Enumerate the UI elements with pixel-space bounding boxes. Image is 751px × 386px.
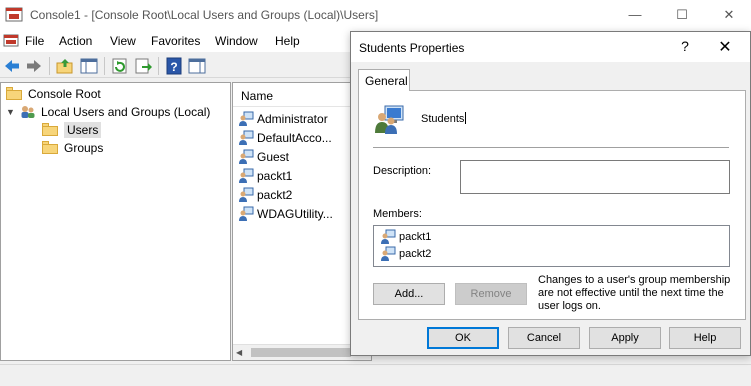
list-item[interactable]: WDAGUtility...: [238, 205, 333, 223]
close-dialog-button[interactable]: ✕: [717, 37, 733, 57]
students-properties-dialog: Students Properties ? ✕ General Students…: [350, 31, 751, 356]
window-title: Console1 - [Console Root\Local Users and…: [30, 8, 379, 22]
cancel-button[interactable]: Cancel: [508, 327, 580, 349]
membership-note: Changes to a user's group membership are…: [538, 274, 731, 312]
list-item[interactable]: Guest: [238, 148, 289, 166]
member-item[interactable]: packt2: [380, 246, 431, 262]
member-name: packt1: [399, 231, 432, 243]
general-tab-panel: Students Description: Members: packt1 pa…: [358, 90, 746, 320]
help-dialog-button[interactable]: Help: [669, 327, 741, 349]
member-item[interactable]: packt1: [380, 229, 431, 245]
description-input[interactable]: [460, 160, 730, 194]
user-icon: [239, 206, 254, 221]
members-label: Members:: [373, 208, 422, 220]
group-name-text: Students: [421, 113, 465, 125]
menu-window[interactable]: Window: [215, 34, 258, 48]
folder-icon: [42, 141, 58, 154]
scrollbar-thumb[interactable]: [251, 348, 351, 357]
user-icon: [381, 246, 396, 261]
user-icon: [381, 229, 396, 244]
folder-icon: [6, 87, 22, 100]
help-icon[interactable]: ?: [165, 57, 183, 75]
tree-item-label: Users: [64, 121, 102, 138]
group-name-field[interactable]: Students: [421, 112, 467, 125]
export-list-icon[interactable]: [134, 57, 152, 75]
menu-view[interactable]: View: [110, 34, 136, 48]
action-pane-icon[interactable]: [188, 57, 206, 75]
up-folder-icon[interactable]: [56, 57, 74, 75]
tab-general[interactable]: General: [358, 69, 410, 91]
console-menu-icon[interactable]: [3, 33, 19, 49]
user-icon: [239, 130, 254, 145]
status-bar: [0, 364, 751, 386]
list-item[interactable]: packt1: [238, 167, 292, 185]
tree-item-console-root[interactable]: Console Root: [6, 85, 101, 102]
user-icon: [239, 149, 254, 164]
menu-file[interactable]: File: [25, 34, 44, 48]
text-cursor: [465, 112, 467, 124]
menu-favorites[interactable]: Favorites: [151, 34, 200, 48]
list-item[interactable]: Administrator: [238, 110, 328, 128]
tree-item-groups[interactable]: Groups: [42, 139, 103, 156]
tab-label: General: [365, 74, 408, 88]
show-hide-tree-icon[interactable]: [80, 57, 98, 75]
tree-item-users[interactable]: Users: [42, 121, 102, 138]
description-label: Description:: [373, 165, 432, 177]
menu-action[interactable]: Action: [59, 34, 92, 48]
dialog-title: Students Properties: [359, 41, 465, 55]
tree-item-label: Console Root: [28, 86, 101, 101]
tree-item-local-users-and-groups[interactable]: ▼ Local Users and Groups (Local): [6, 103, 210, 120]
title-bar: Console1 - [Console Root\Local Users and…: [0, 0, 751, 30]
group-icon: [375, 105, 404, 134]
tree-item-label: Groups: [64, 140, 104, 155]
menu-help[interactable]: Help: [275, 34, 300, 48]
list-item-label: Administrator: [257, 112, 328, 126]
list-item-label: Guest: [257, 150, 290, 164]
user-icon: [239, 168, 254, 183]
console-tree: Console Root ▼ Local Users and Groups (L…: [0, 82, 231, 361]
list-item[interactable]: DefaultAcco...: [238, 129, 332, 147]
folder-icon: [42, 123, 58, 136]
close-window-button[interactable]: ✕: [720, 6, 738, 24]
maximize-button[interactable]: ☐: [673, 6, 691, 24]
list-item-label: packt1: [257, 169, 293, 183]
mmc-app-icon: [5, 7, 23, 22]
minimize-button[interactable]: —: [626, 6, 644, 24]
back-icon[interactable]: [3, 57, 21, 75]
users-groups-icon: [21, 105, 35, 118]
tree-item-label: Local Users and Groups (Local): [41, 104, 211, 119]
list-item[interactable]: packt2: [238, 186, 292, 204]
member-name: packt2: [399, 248, 432, 260]
remove-member-button[interactable]: Remove: [455, 283, 527, 305]
members-list[interactable]: packt1 packt2: [373, 225, 730, 267]
column-header-label: Name: [241, 89, 274, 103]
refresh-icon[interactable]: [111, 57, 129, 75]
forward-icon[interactable]: [25, 57, 43, 75]
divider: [373, 147, 729, 148]
expand-caret-icon[interactable]: ▼: [6, 107, 18, 117]
user-icon: [239, 187, 254, 202]
ok-button[interactable]: OK: [427, 327, 499, 349]
add-member-button[interactable]: Add...: [373, 283, 445, 305]
help-button[interactable]: ?: [677, 38, 693, 54]
user-icon: [239, 111, 254, 126]
list-item-label: WDAGUtility...: [257, 207, 333, 221]
apply-button[interactable]: Apply: [589, 327, 661, 349]
list-item-label: DefaultAcco...: [257, 131, 332, 145]
scroll-left-icon[interactable]: ◀: [236, 348, 242, 357]
list-item-label: packt2: [257, 188, 293, 202]
dialog-title-bar: Students Properties ? ✕: [351, 32, 750, 62]
svg-text:?: ?: [170, 60, 177, 74]
